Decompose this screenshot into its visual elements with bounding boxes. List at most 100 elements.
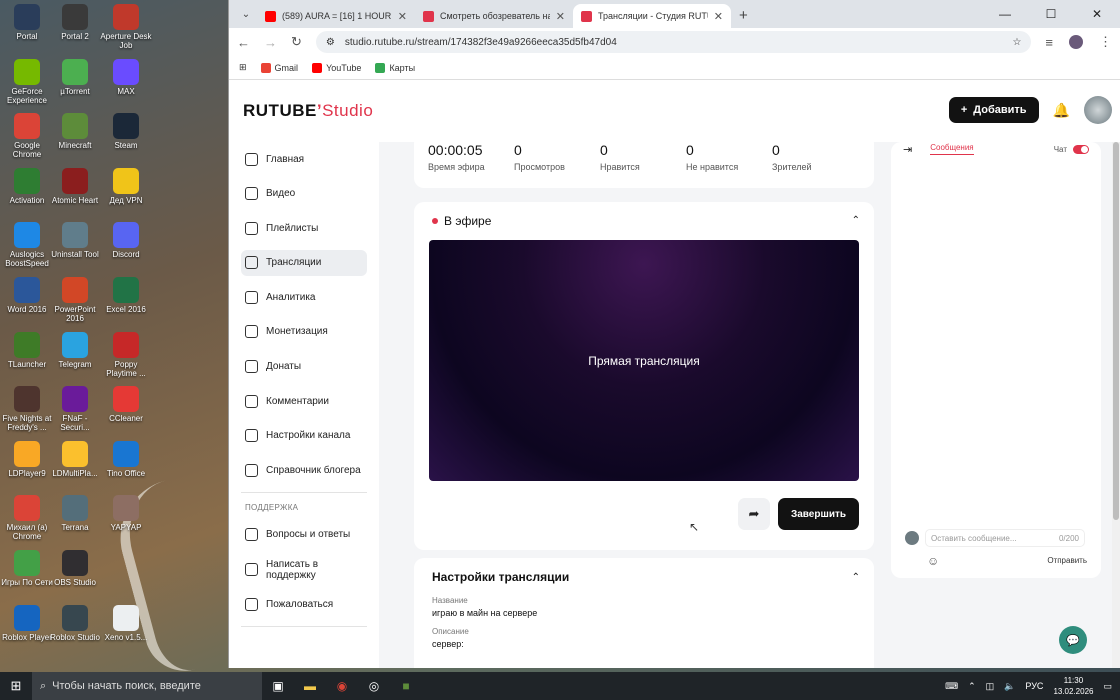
sidebar-item[interactable]: Комментарии bbox=[241, 388, 367, 414]
volume-icon[interactable]: 🔈 bbox=[1004, 681, 1015, 692]
sidebar-item[interactable]: Видео bbox=[241, 181, 367, 207]
desktop-shortcut[interactable]: LDMultiPla... bbox=[48, 440, 102, 478]
desktop-shortcut[interactable]: Atomic Heart bbox=[48, 167, 102, 205]
clock[interactable]: 11:30 13.02.2026 bbox=[1053, 675, 1093, 697]
desktop-shortcut[interactable]: CCleaner bbox=[99, 386, 153, 423]
desktop-shortcut[interactable]: Five Nights at Freddy's ... bbox=[0, 386, 54, 432]
language-indicator[interactable]: РУС bbox=[1025, 681, 1043, 691]
sidebar-item[interactable]: Главная bbox=[241, 146, 367, 172]
back-icon[interactable]: ← bbox=[237, 35, 250, 50]
rutube-studio-logo[interactable]: RUTUBE’Studio bbox=[243, 101, 373, 121]
sidebar-item[interactable]: Аналитика bbox=[241, 284, 367, 310]
desktop-shortcut[interactable]: Discord bbox=[99, 222, 153, 259]
chat-message-input[interactable]: Оставить сообщение... 0/200 bbox=[925, 529, 1085, 547]
browser-tab[interactable]: (589) AURA = [16] 1 HOUR VIR... ✕ bbox=[257, 4, 415, 28]
sidebar-item[interactable]: Пожаловаться bbox=[241, 591, 367, 617]
bookmark-item[interactable]: Gmail bbox=[260, 62, 298, 73]
desktop-shortcut[interactable]: Xeno v1.5... bbox=[99, 604, 153, 642]
stream-player[interactable]: Прямая трансляция bbox=[429, 240, 859, 481]
chat-toggle[interactable] bbox=[1073, 144, 1089, 154]
desktop-shortcut[interactable]: PowerPoint 2016 bbox=[48, 277, 102, 323]
network-icon[interactable]: ◫ bbox=[986, 681, 995, 692]
desktop-shortcut[interactable]: GeForce Experience bbox=[0, 58, 54, 105]
sidebar-item[interactable]: Справочник блогера bbox=[241, 457, 367, 483]
desktop-shortcut[interactable]: Aperture Desk Job bbox=[99, 4, 153, 50]
sidebar-item[interactable]: Донаты bbox=[241, 354, 367, 380]
desktop-shortcut[interactable]: Игры По Сети bbox=[0, 550, 54, 587]
desktop-shortcut[interactable]: OBS Studio bbox=[48, 550, 102, 587]
desktop-shortcut[interactable]: Uninstall Tool bbox=[48, 222, 102, 259]
desktop-shortcut[interactable]: Excel 2016 bbox=[99, 277, 153, 314]
bookmark-item[interactable]: Карты bbox=[375, 62, 415, 73]
browser-tab[interactable]: Трансляции - Студия RUTUBE ✕ bbox=[573, 4, 731, 28]
desktop-shortcut[interactable]: Minecraft bbox=[48, 113, 102, 150]
add-button[interactable]: + Добавить bbox=[948, 97, 1039, 123]
end-stream-button[interactable]: Завершить bbox=[778, 498, 859, 530]
desktop-shortcut[interactable]: FNaF - Securi... bbox=[48, 386, 102, 432]
tray-arrow-icon[interactable]: ⌃ bbox=[968, 681, 976, 692]
collapse-chat-icon[interactable]: ⇥ bbox=[903, 143, 912, 156]
address-bar[interactable]: ⚙ studio.rutube.ru/stream/174382f3e49a92… bbox=[315, 31, 1032, 53]
close-tab-icon[interactable]: ✕ bbox=[398, 10, 407, 23]
maximize-button[interactable]: ☐ bbox=[1028, 0, 1074, 28]
sidebar-item[interactable]: Вопросы и ответы bbox=[241, 522, 367, 548]
taskview-icon[interactable]: ▣ bbox=[262, 679, 294, 693]
desktop-shortcut[interactable]: Activation bbox=[0, 167, 54, 205]
windows-start-icon[interactable]: ⊞ bbox=[0, 678, 32, 694]
desktop-shortcut[interactable]: Tino Office bbox=[99, 440, 153, 478]
desktop-shortcut[interactable] bbox=[99, 550, 153, 578]
taskbar-search[interactable]: ⌕ Чтобы начать поиск, введите bbox=[32, 672, 262, 700]
sidebar-item[interactable]: Трансляции bbox=[241, 249, 367, 276]
bell-icon[interactable]: 🔔 bbox=[1053, 102, 1070, 119]
sidebar-item[interactable]: Плейлисты bbox=[241, 215, 367, 241]
desktop-shortcut[interactable]: MAX bbox=[99, 58, 153, 96]
desktop-shortcut[interactable]: Google Chrome bbox=[0, 113, 54, 159]
desktop-shortcut[interactable]: LDPlayer9 bbox=[0, 440, 54, 478]
tab-messages[interactable]: Сообщения bbox=[930, 143, 974, 155]
desktop-shortcut[interactable]: Portal bbox=[0, 4, 54, 41]
user-avatar[interactable] bbox=[1084, 96, 1112, 124]
chevron-up-icon[interactable]: ⌃ bbox=[852, 215, 860, 226]
desktop-shortcut[interactable]: TLauncher bbox=[0, 331, 54, 369]
chevron-up-icon[interactable]: ⌃ bbox=[852, 572, 860, 583]
desktop-shortcut[interactable]: Roblox Player bbox=[0, 604, 54, 642]
support-chat-button[interactable]: 💬 bbox=[1059, 626, 1087, 654]
bookmark-star-icon[interactable]: ☆ bbox=[1012, 37, 1021, 48]
browser-menu-icon[interactable]: ⋮ bbox=[1099, 34, 1112, 50]
desktop-shortcut[interactable]: Terrana bbox=[48, 495, 102, 532]
forward-icon[interactable]: → bbox=[264, 35, 277, 50]
tab-search-button[interactable]: ⌄ bbox=[235, 3, 257, 25]
apps-icon[interactable]: ⊞ bbox=[239, 62, 247, 73]
explorer-icon[interactable]: ▬ bbox=[294, 679, 326, 693]
close-tab-icon[interactable]: ✕ bbox=[556, 10, 565, 23]
desktop-shortcut[interactable]: Auslogics BoostSpeed bbox=[0, 222, 54, 268]
desktop-shortcut[interactable]: YAPYAP bbox=[99, 495, 153, 532]
desktop-shortcut[interactable]: Михаил (а) Chrome bbox=[0, 495, 54, 541]
desktop-shortcut[interactable]: Roblox Studio bbox=[48, 604, 102, 642]
desktop-shortcut[interactable]: Portal 2 bbox=[48, 4, 102, 41]
bookmark-item[interactable]: YouTube bbox=[312, 62, 361, 73]
site-info-icon[interactable]: ⚙ bbox=[326, 37, 335, 48]
emoji-icon[interactable]: ☺ bbox=[927, 554, 939, 568]
notifications-icon[interactable]: ▭ bbox=[1103, 681, 1112, 692]
reload-icon[interactable]: ↻ bbox=[291, 34, 302, 50]
minimize-button[interactable]: — bbox=[982, 0, 1028, 28]
desktop-shortcut[interactable]: µTorrent bbox=[48, 58, 102, 96]
desktop-shortcut[interactable]: Poppy Playtime ... bbox=[99, 331, 153, 378]
browser-tab[interactable]: Смотреть обозреватель на RU... ✕ bbox=[415, 4, 573, 28]
desktop-shortcut[interactable]: Telegram bbox=[48, 331, 102, 369]
media-control-icon[interactable]: ≡ bbox=[1045, 35, 1053, 50]
send-button[interactable]: Отправить bbox=[1047, 556, 1087, 565]
sidebar-item[interactable]: Настройки канала bbox=[241, 423, 367, 449]
scrollbar-thumb[interactable] bbox=[1113, 142, 1119, 520]
page-scrollbar[interactable] bbox=[1112, 142, 1120, 668]
share-button[interactable]: ➦ bbox=[738, 498, 770, 530]
minecraft-taskbar-icon[interactable]: ■ bbox=[390, 679, 422, 693]
chrome-taskbar-icon[interactable]: ◉ bbox=[326, 679, 358, 693]
desktop-shortcut[interactable]: Steam bbox=[99, 113, 153, 150]
desktop-shortcut[interactable]: Дед VPN bbox=[99, 167, 153, 205]
close-window-button[interactable]: ✕ bbox=[1074, 0, 1120, 28]
desktop-shortcut[interactable]: Word 2016 bbox=[0, 277, 54, 314]
keyboard-icon[interactable]: ⌨ bbox=[945, 681, 958, 692]
obs-taskbar-icon[interactable]: ◎ bbox=[358, 679, 390, 693]
